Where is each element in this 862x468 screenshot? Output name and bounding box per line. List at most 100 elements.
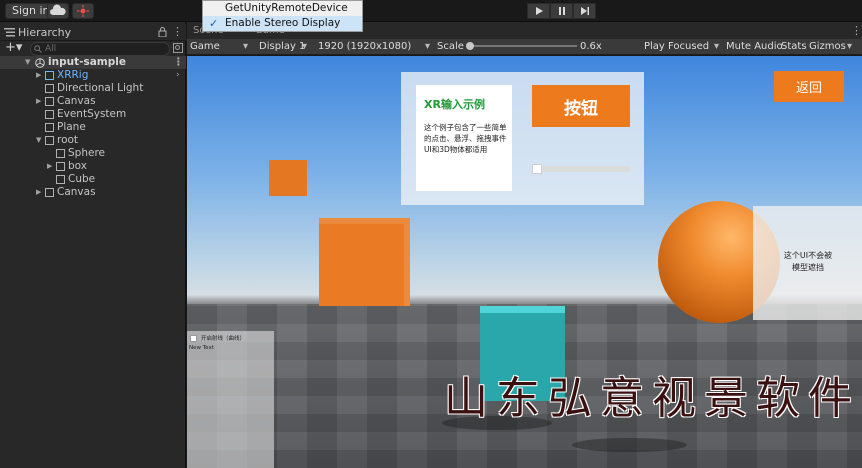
tree-item-label: root [57, 134, 79, 146]
ray-toggle-checkbox[interactable] [190, 335, 197, 342]
orange-cube-small[interactable] [269, 160, 307, 196]
menu-item-get-unity-remote-device[interactable]: GetUnityRemoteDevice [203, 1, 362, 16]
gameobject-icon [45, 84, 54, 93]
gizmos-toggle[interactable]: Gizmos [809, 40, 846, 54]
mute-audio-toggle[interactable]: Mute Audio [726, 40, 783, 54]
tree-item-directional-light[interactable]: Directional Light [0, 82, 186, 95]
gameobject-icon [45, 110, 54, 119]
unity-scene-icon [35, 58, 45, 68]
ray-settings-panel [187, 331, 274, 468]
tree-item-label: Canvas [57, 186, 96, 198]
kebab-menu-icon[interactable]: ⋮ [173, 56, 184, 69]
tree-item-label: box [68, 160, 87, 172]
kebab-menu-icon[interactable]: ⋮ [851, 24, 862, 37]
chevron-down-icon: ▾ [714, 41, 720, 52]
gameobject-icon [45, 136, 54, 145]
card-body: 这个例子包含了一些简单的点击、悬浮、拖拽事件UI和3D物体都适用 [424, 123, 507, 154]
tree-item-xrrig[interactable]: ▶ XRRig › [0, 69, 186, 82]
play-focused-dropdown[interactable]: Play Focused [644, 40, 709, 54]
demo-slider-handle[interactable] [532, 164, 542, 174]
expand-arrow-icon[interactable]: ▶ [47, 160, 52, 173]
gameobject-icon [45, 188, 54, 197]
ray-toggle-label: 开启射线（曲线） [201, 336, 246, 342]
gameobject-icon [45, 97, 54, 106]
tab-hierarchy[interactable]: Hierarchy ⋮ [0, 24, 186, 41]
chevron-right-icon[interactable]: › [176, 69, 180, 82]
lock-icon[interactable] [158, 27, 167, 37]
orange-cube-large[interactable] [319, 218, 410, 306]
chevron-down-icon: ▾ [847, 41, 853, 52]
expand-arrow-icon[interactable]: ▶ [36, 95, 41, 108]
gameobject-icon [45, 123, 54, 132]
demo-button[interactable]: 按钮 [532, 85, 630, 127]
scale-value: 0.6x [580, 41, 602, 52]
tree-item-canvas-2[interactable]: ▶ Canvas [0, 186, 186, 199]
hierarchy-toolbar: +▾ All [0, 41, 186, 57]
search-input[interactable]: All [30, 42, 170, 56]
search-placeholder: All [45, 44, 57, 54]
list-icon [4, 28, 15, 37]
expand-arrow-icon[interactable]: ▶ [36, 186, 41, 199]
gameobject-icon [56, 175, 65, 184]
sphere-shadow [572, 438, 687, 452]
scale-slider-handle[interactable] [466, 42, 474, 50]
tree-item-label: Plane [57, 121, 86, 133]
card-title: XR输入示例 [424, 98, 485, 111]
tree-item-plane[interactable]: Plane [0, 121, 186, 134]
pause-icon[interactable] [550, 3, 573, 19]
search-icon [34, 45, 42, 53]
scene-name: input-sample [48, 56, 126, 68]
stats-toggle[interactable]: Stats [781, 40, 807, 54]
checkmark-icon: ✓ [209, 17, 219, 30]
tree-item-canvas[interactable]: ▶ Canvas [0, 95, 186, 108]
scene-row[interactable]: ▼ input-sample ⋮ [0, 56, 186, 69]
tree-item-label: Sphere [68, 147, 105, 159]
play-icon[interactable] [527, 3, 550, 19]
expand-arrow-icon[interactable]: ▶ [36, 69, 41, 82]
watermark-text: 山东弘意视景软件 [444, 373, 860, 424]
chevron-down-icon: ▾ [243, 41, 249, 52]
main-toolbar: Sign in [0, 0, 862, 22]
tree-item-box[interactable]: ▶ box [0, 160, 186, 173]
collapse-arrow-icon[interactable]: ▼ [36, 134, 41, 147]
menu-item-label: Enable Stereo Display [225, 17, 341, 29]
chevron-down-icon: ▾ [425, 41, 431, 52]
tree-item-label: Cube [68, 173, 96, 185]
gameobject-icon [56, 149, 65, 158]
scale-slider-track[interactable] [467, 45, 577, 47]
cloud-icon[interactable] [47, 3, 69, 19]
collab-icon[interactable] [72, 3, 94, 19]
tree-item-eventsystem[interactable]: EventSystem [0, 108, 186, 121]
tree-item-label: EventSystem [57, 108, 127, 120]
tab-label: Hierarchy [18, 26, 72, 39]
menu-item-label: GetUnityRemoteDevice [225, 2, 348, 14]
context-menu: GetUnityRemoteDevice ✓ Enable Stereo Dis… [202, 0, 363, 32]
game-toolbar: Game ▾ Display 1 ▾ 1920 (1920x1080) ▾ Sc… [187, 39, 862, 55]
prefab-icon [45, 71, 54, 80]
mode-dropdown[interactable]: Game [190, 40, 220, 54]
chevron-down-icon: ▾ [302, 41, 308, 52]
game-viewport[interactable]: 这个UI不会被模型遮挡 XR输入示例 这个例子包含了一些简单的点击、悬浮、拖拽事… [187, 56, 862, 468]
tree-item-sphere[interactable]: Sphere [0, 147, 186, 160]
add-icon[interactable]: +▾ [5, 41, 22, 55]
overlay-ui-note: 这个UI不会被模型遮挡 [783, 251, 833, 272]
filter-icon[interactable] [173, 43, 183, 53]
display-dropdown[interactable]: Display 1 [259, 40, 305, 54]
gameobject-icon [56, 162, 65, 171]
tree-item-cube[interactable]: Cube [0, 173, 186, 186]
resolution-dropdown[interactable]: 1920 (1920x1080) [318, 40, 411, 54]
back-button[interactable]: 返回 [774, 71, 844, 102]
tree-item-label: XRRig [57, 69, 89, 81]
new-text-label: New Text [189, 345, 214, 351]
step-icon[interactable] [573, 3, 596, 19]
hierarchy-panel: Hierarchy ⋮ +▾ All ▼ input-sample ⋮ ▶ XR… [0, 22, 186, 468]
expand-arrow-icon[interactable]: ▼ [25, 56, 30, 69]
tree-item-label: Canvas [57, 95, 96, 107]
scale-label: Scale [437, 41, 464, 52]
tree-item-root[interactable]: ▼ root [0, 134, 186, 147]
info-card: XR输入示例 这个例子包含了一些简单的点击、悬浮、拖拽事件UI和3D物体都适用 [416, 85, 512, 191]
kebab-menu-icon[interactable]: ⋮ [172, 25, 183, 38]
menu-item-enable-stereo-display[interactable]: ✓ Enable Stereo Display [203, 16, 362, 31]
demo-slider-track[interactable] [532, 166, 630, 172]
tree-item-label: Directional Light [57, 82, 144, 94]
